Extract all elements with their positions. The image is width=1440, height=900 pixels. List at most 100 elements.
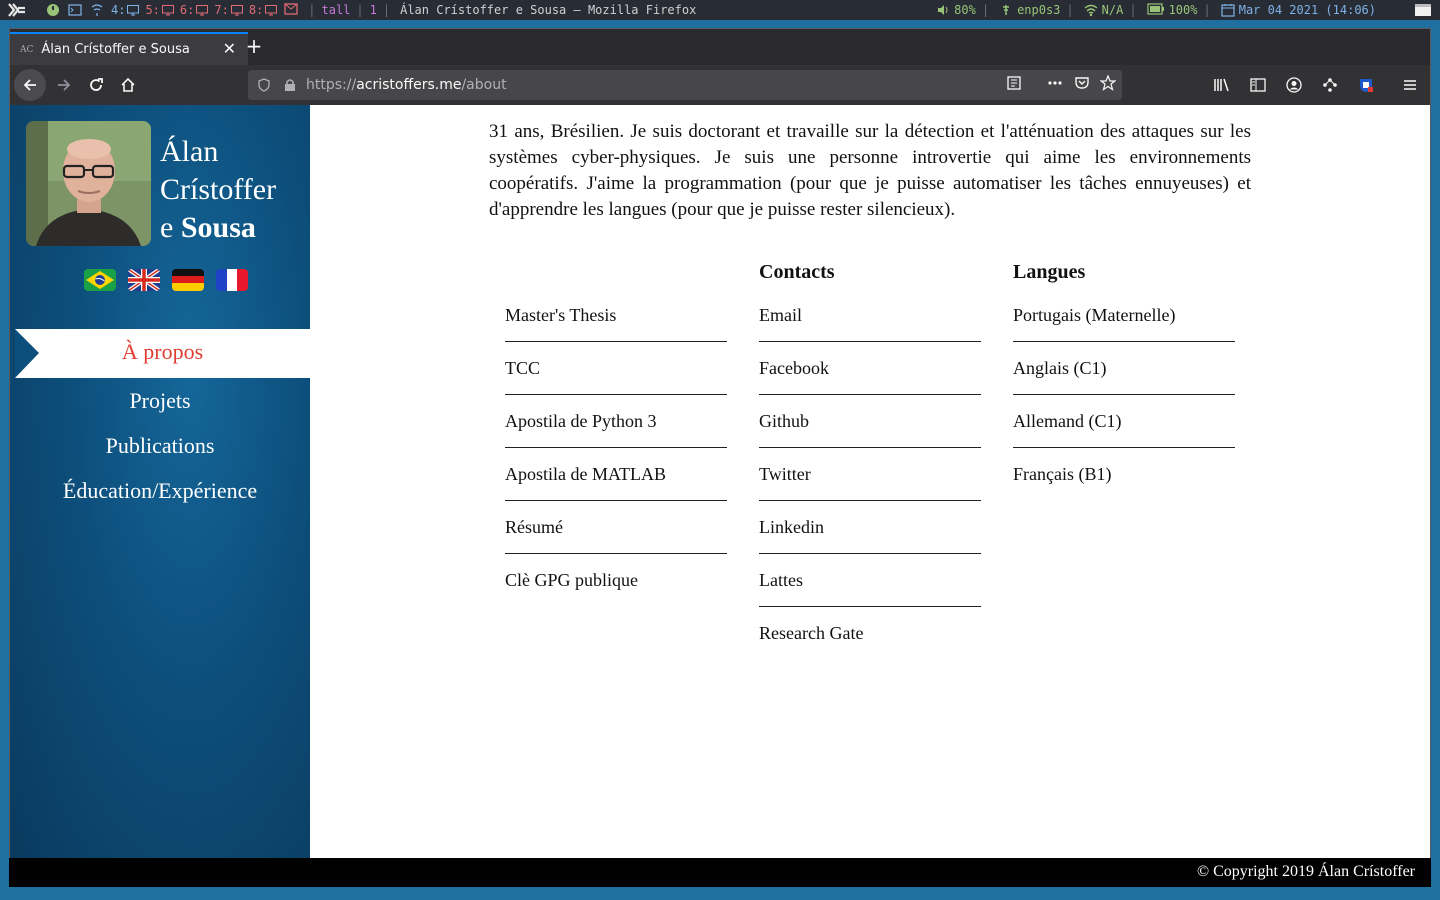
home-button[interactable]: [114, 71, 142, 99]
nav-item-0[interactable]: À propos: [15, 329, 310, 378]
lock-icon[interactable]: [280, 75, 300, 95]
separator: |: [1129, 3, 1137, 17]
language-link[interactable]: Portugais (Maternelle): [1013, 289, 1235, 342]
back-button[interactable]: [14, 69, 46, 101]
document-link[interactable]: Résumé: [505, 501, 727, 554]
site-navigation: À propos Projets Publications Éducation/Exp…: [10, 329, 310, 513]
page-actions-icon[interactable]: [1046, 75, 1064, 95]
france-flag-icon[interactable]: [216, 269, 248, 291]
contact-link[interactable]: Twitter: [759, 448, 981, 501]
firefox-window: AC Álan Crístoffer e Sousa ✕ + https://a…: [9, 28, 1431, 858]
tab-bar: AC Álan Crístoffer e Sousa ✕ +: [10, 29, 1430, 65]
contact-link[interactable]: Facebook: [759, 342, 981, 395]
document-link[interactable]: Apostila de Python 3: [505, 395, 727, 448]
workspace-label: 4:: [111, 3, 126, 17]
account-icon[interactable]: [1280, 71, 1308, 99]
brazil-flag-icon[interactable]: [84, 269, 116, 291]
forward-button[interactable]: [50, 71, 78, 99]
document-link[interactable]: Master's Thesis: [505, 289, 727, 342]
document-link[interactable]: Clè GPG publique: [505, 554, 727, 607]
pocket-icon[interactable]: [1074, 75, 1090, 95]
reader-view-icon[interactable]: [1006, 75, 1022, 95]
url-host: acristoffers.me: [356, 77, 462, 93]
monitor-icon: [161, 4, 174, 15]
navigation-toolbar: https://acristoffers.me/about: [10, 65, 1430, 105]
documents-column: Master's Thesis TCC Apostila de Python 3 Ap…: [505, 255, 727, 607]
workspace-label: 8:: [248, 3, 264, 17]
window-icon[interactable]: [1414, 3, 1432, 17]
separator: |: [308, 3, 316, 17]
contact-link[interactable]: Github: [759, 395, 981, 448]
battery-icon: [1146, 3, 1165, 17]
tab-favicon: AC: [20, 44, 34, 55]
status-tray: 80% | enp0s3 | N/A | 100% | Mar 04 2021 …: [932, 0, 1440, 20]
separator: |: [1203, 3, 1211, 17]
workspace-8[interactable]: 8:: [248, 3, 278, 17]
name-line: Crístoffer: [160, 173, 277, 206]
battery-level: 100%: [1168, 3, 1198, 17]
extension-icon[interactable]: [1316, 71, 1344, 99]
workspace-label: 6:: [179, 3, 195, 17]
forward-arrow-icon: [58, 79, 71, 91]
workspace-list: 4: 5: 6: 7: 8:: [108, 3, 302, 17]
clock: Mar 04 2021 (14:06): [1238, 3, 1376, 17]
monitor-icon: [230, 4, 243, 15]
workspace-label: 5:: [145, 3, 160, 17]
ethernet-icon: [999, 3, 1013, 17]
documents-heading: [505, 255, 727, 289]
menu-icon[interactable]: [1396, 71, 1424, 99]
workspace-5[interactable]: 5:: [145, 3, 174, 17]
network-tray-icon[interactable]: [90, 3, 104, 17]
name-line: e Sousa: [160, 209, 276, 247]
calendar-icon: [1221, 3, 1235, 17]
nav-item-3[interactable]: Éducation/Expérience: [10, 468, 310, 513]
workspace-6[interactable]: 6:: [179, 3, 209, 17]
terminal-icon[interactable]: [68, 3, 82, 17]
contact-link[interactable]: Lattes: [759, 554, 981, 607]
url-text[interactable]: https://acristoffers.me/about: [306, 77, 507, 93]
language-link[interactable]: Allemand (C1): [1013, 395, 1235, 448]
library-icon[interactable]: [1208, 71, 1236, 99]
nav-item-2[interactable]: Publications: [10, 423, 310, 468]
languages-heading: Langues: [1013, 261, 1086, 283]
workspace-7[interactable]: 7:: [214, 3, 243, 17]
contact-link[interactable]: Research Gate: [759, 607, 981, 660]
close-tab-icon[interactable]: ✕: [223, 39, 236, 58]
volume-icon[interactable]: [936, 3, 950, 17]
contact-link[interactable]: Linkedin: [759, 501, 981, 554]
bookmark-star-icon[interactable]: [1099, 74, 1117, 95]
separator: |: [382, 3, 391, 17]
privacy-badger-icon[interactable]: [1352, 71, 1380, 99]
language-link[interactable]: Anglais (C1): [1013, 342, 1235, 395]
back-arrow-icon: [23, 79, 36, 91]
new-tab-button[interactable]: +: [242, 34, 266, 58]
germany-flag-icon[interactable]: [172, 269, 204, 291]
sidebar-toggle-icon[interactable]: [1244, 71, 1272, 99]
languages-column: Langues Portugais (Maternelle) Anglais (C…: [1013, 255, 1235, 501]
uk-flag-icon[interactable]: [128, 269, 160, 291]
reload-button[interactable]: [82, 71, 110, 99]
contact-link[interactable]: Email: [759, 289, 981, 342]
url-bar[interactable]: https://acristoffers.me/about: [248, 70, 1122, 100]
window-count: 1: [369, 3, 377, 17]
layout-name: tall: [321, 3, 351, 17]
monitor-icon: [196, 4, 209, 15]
contacts-heading: Contacts: [759, 261, 835, 283]
document-link[interactable]: TCC: [505, 342, 727, 395]
workspace-4[interactable]: 4:: [111, 3, 140, 17]
home-icon: [121, 77, 135, 92]
tracking-shield-icon[interactable]: [254, 75, 274, 95]
separator: |: [356, 3, 364, 17]
document-link[interactable]: Apostila de MATLAB: [505, 448, 727, 501]
system-status-bar: 4: 5: 6: 7: 8: | tall | 1 | Álan Crístoffer …: [0, 0, 1440, 20]
language-link[interactable]: Français (B1): [1013, 448, 1235, 501]
browser-tab[interactable]: AC Álan Crístoffer e Sousa ✕: [10, 32, 248, 65]
power-icon[interactable]: [46, 3, 60, 17]
mail-icon[interactable]: [284, 3, 298, 17]
nav-item-1[interactable]: Projets: [10, 378, 310, 423]
tab-title: Álan Crístoffer e Sousa: [41, 42, 190, 57]
workspace-label: 7:: [214, 3, 229, 17]
site-sidebar: Álan Crístoffer e Sousa À proposProjets: [10, 105, 310, 858]
reload-icon: [90, 78, 103, 91]
site-footer: © Copyright 2019 Álan Crístoffer: [9, 858, 1431, 887]
